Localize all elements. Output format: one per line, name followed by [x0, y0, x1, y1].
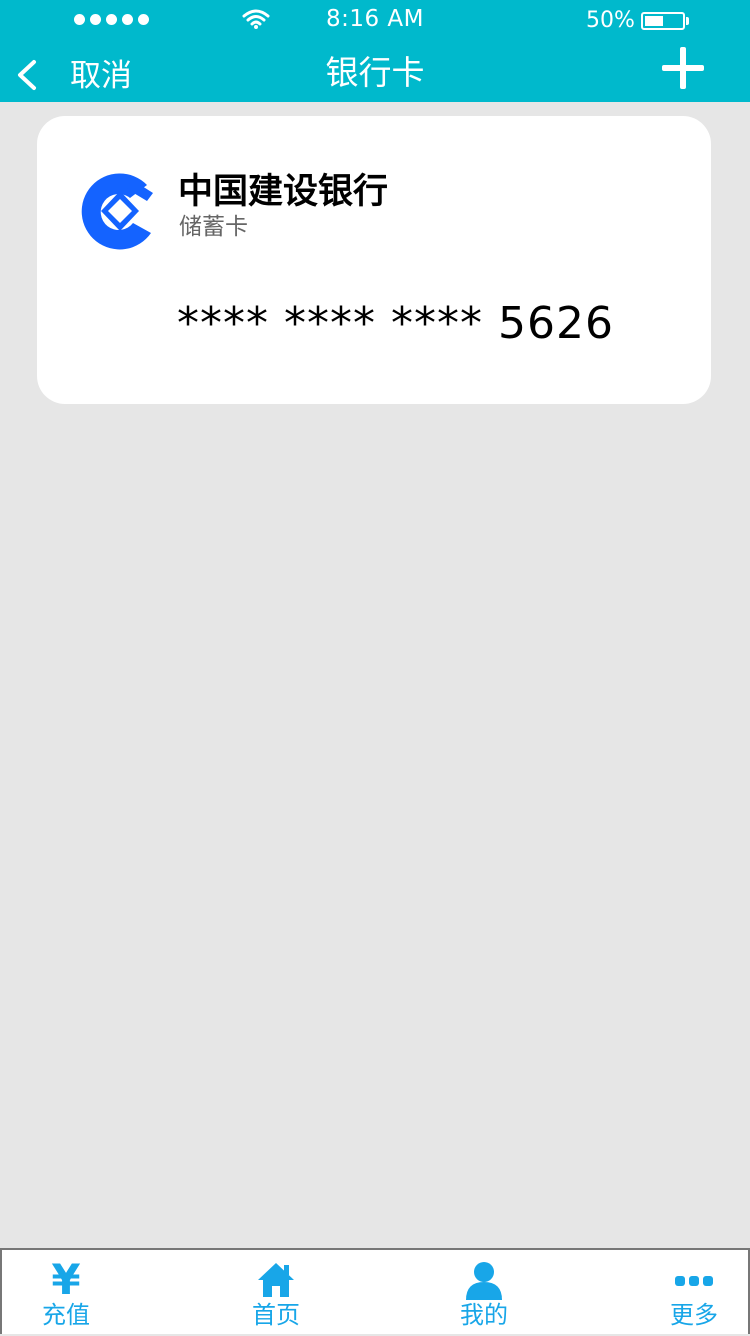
tab-bar: ¥ 充值 首页 我的 更多	[0, 1248, 750, 1334]
user-icon	[466, 1262, 502, 1300]
tab-recharge[interactable]: ¥ 充值	[6, 1250, 126, 1336]
home-icon	[258, 1263, 294, 1297]
more-icon	[675, 1276, 713, 1286]
battery-percentage: 50%	[586, 8, 635, 33]
tab-more[interactable]: 更多	[634, 1250, 750, 1336]
card-type: 储蓄卡	[179, 214, 248, 240]
tab-mine[interactable]: 我的	[424, 1250, 544, 1336]
card-number: **** **** **** 5626	[177, 298, 614, 349]
tab-label: 充值	[42, 1301, 90, 1329]
battery-icon	[641, 12, 685, 30]
tab-label: 我的	[460, 1301, 508, 1329]
back-chevron-icon[interactable]	[12, 58, 40, 92]
cancel-button[interactable]: 取消	[70, 50, 132, 95]
status-time: 8:16 AM	[325, 6, 425, 32]
tab-label: 更多	[670, 1301, 718, 1329]
tab-label: 首页	[252, 1301, 300, 1329]
tab-home[interactable]: 首页	[216, 1250, 336, 1336]
status-bar: 8:16 AM 50%	[0, 0, 750, 40]
header: 8:16 AM 50% 取消 银行卡	[0, 0, 750, 102]
bank-card[interactable]: 中国建设银行 储蓄卡 **** **** **** 5626	[37, 116, 711, 404]
yen-icon: ¥	[51, 1255, 81, 1304]
add-card-button[interactable]	[662, 47, 704, 89]
navigation-bar: 取消 银行卡	[0, 40, 750, 102]
ccb-logo-icon	[81, 173, 153, 250]
